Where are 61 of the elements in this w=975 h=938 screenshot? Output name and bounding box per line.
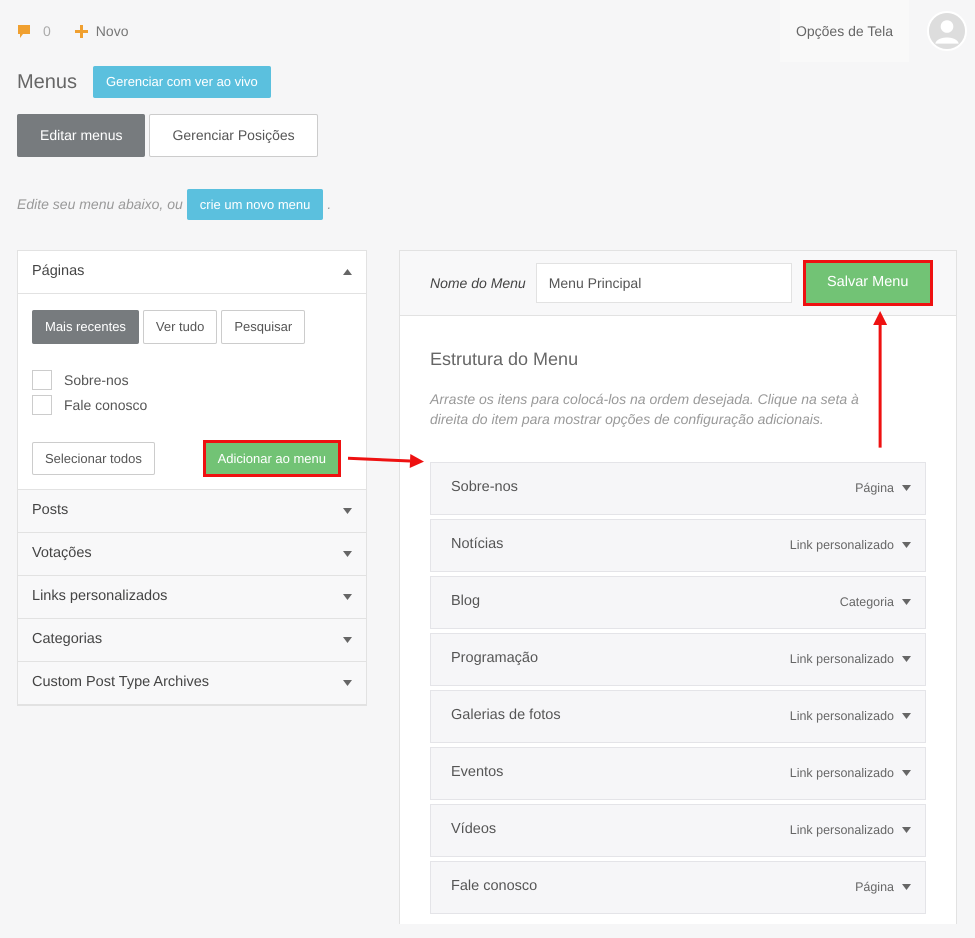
item-type-label: Página — [855, 480, 894, 497]
caret-down-icon[interactable] — [902, 485, 911, 492]
item-type-label: Link personalizado — [790, 650, 894, 668]
accordion-title: Votações — [32, 544, 92, 564]
filter-tab[interactable]: Ver tudo — [142, 310, 218, 344]
accordion-header[interactable]: Custom Post Type Archives — [18, 662, 366, 705]
caret-down-icon[interactable] — [343, 594, 352, 600]
menu-item[interactable]: Sobre-nos Página — [430, 462, 926, 515]
filter-tab[interactable]: Mais recentes — [32, 310, 139, 344]
checkbox-label[interactable]: Sobre-nos — [64, 370, 129, 390]
item-type-label: Categoria — [840, 594, 894, 611]
menu-item[interactable]: Programação Link personalizado — [430, 632, 926, 686]
menu-item[interactable]: Eventos Link personalizado — [430, 746, 926, 800]
menu-item[interactable]: Vídeos Link personalizado — [430, 804, 926, 857]
caret-down-icon[interactable] — [902, 713, 911, 720]
caret-down-icon[interactable] — [343, 680, 352, 686]
menu-name-field[interactable]: Menu Principal — [536, 263, 792, 303]
accordion-header[interactable]: Links personalizados — [18, 576, 366, 619]
caret-down-icon[interactable] — [902, 656, 911, 662]
accordion-title: Links personalizados — [32, 587, 168, 606]
select-all-button[interactable]: Selecionar todos — [32, 442, 155, 475]
checkbox-label[interactable]: Fale conosco — [64, 394, 148, 416]
accordion-title: Páginas — [32, 262, 84, 282]
item-type-label: Link personalizado — [790, 536, 894, 554]
structure-title: Estrutura do Menu — [430, 348, 580, 371]
checkbox[interactable] — [32, 370, 52, 390]
accordion-title: Custom Post Type Archives — [32, 673, 210, 692]
plus-icon — [74, 24, 88, 38]
menu-item[interactable]: Fale conosco Página — [430, 860, 926, 914]
caret-down-icon[interactable] — [902, 599, 911, 606]
accordion-title: Posts — [32, 501, 68, 520]
caret-down-icon[interactable] — [902, 770, 911, 776]
item-type-label: Link personalizado — [790, 708, 894, 725]
caret-up-icon[interactable] — [343, 269, 352, 275]
accordion-header[interactable]: Categorias — [18, 619, 366, 662]
caret-down-icon[interactable] — [902, 827, 911, 834]
instructions-text: Arraste os itens para colocá-los na ordem desejada. Clique na seta à direita do item para mostrar opções de configuração adicionais. — [430, 390, 860, 430]
nav-tab[interactable]: Editar menus — [17, 114, 146, 156]
intro-text: Edite seu menu abaixo, ou — [17, 194, 183, 214]
caret-down-icon[interactable] — [902, 542, 911, 548]
menu-name-label: Nome do Menu — [430, 274, 526, 292]
nav-tab[interactable]: Gerenciar Posições — [149, 114, 318, 156]
menu-item[interactable]: Galerias de fotos Link personalizado — [430, 690, 926, 743]
checkbox[interactable] — [32, 395, 52, 415]
menu-item[interactable]: Notícias Link personalizado — [430, 518, 926, 572]
page-title: Menus — [17, 70, 78, 95]
caret-down-icon[interactable] — [343, 508, 352, 514]
item-type-label: Link personalizado — [790, 822, 894, 839]
new-link[interactable]: Novo — [74, 20, 128, 42]
item-type-label: Link personalizado — [790, 764, 894, 782]
caret-down-icon[interactable] — [343, 551, 352, 557]
item-type-label: Página — [855, 878, 894, 896]
filter-tab[interactable]: Pesquisar — [221, 310, 306, 344]
accordion-header[interactable]: Posts — [18, 490, 366, 533]
accordion-title: Categorias — [32, 630, 102, 650]
intro-period: . — [327, 194, 332, 214]
caret-down-icon[interactable] — [902, 884, 911, 890]
caret-down-icon[interactable] — [343, 637, 352, 643]
accordion-header[interactable]: Votações — [18, 533, 366, 576]
menu-item[interactable]: Blog Categoria — [430, 576, 926, 629]
comment-count: 0 — [43, 22, 51, 40]
